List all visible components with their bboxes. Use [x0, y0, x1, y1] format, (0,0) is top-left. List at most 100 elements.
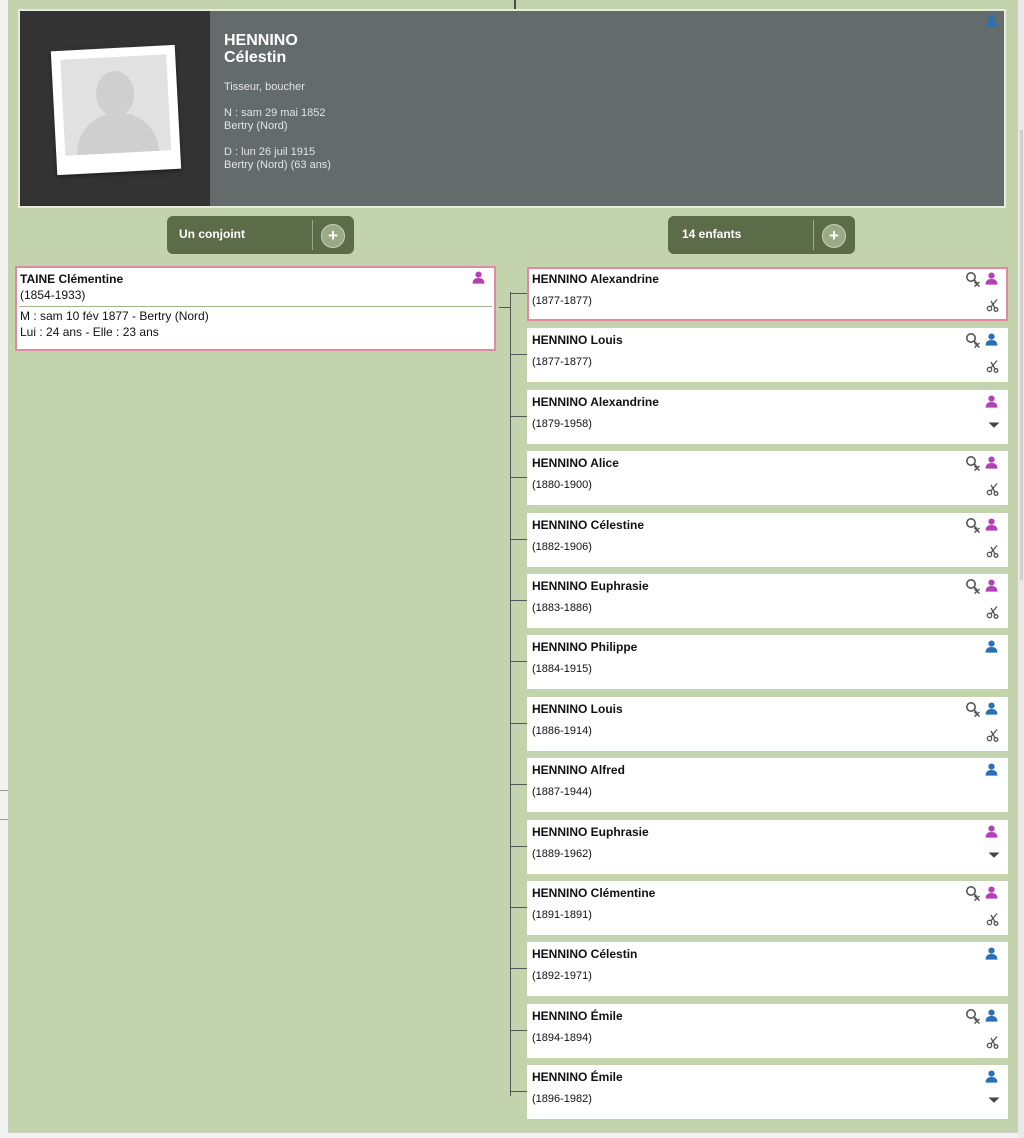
spouse-dates: (1854-1933)	[20, 288, 86, 302]
child-card[interactable]: HENNINO Alfred (1887-1944)	[510, 758, 1008, 812]
spouse-ages: Lui : 24 ans - Elle : 23 ans	[20, 325, 159, 339]
child-name: HENNINO Clémentine	[532, 886, 656, 900]
female-person-icon[interactable]	[472, 271, 485, 284]
child-card[interactable]: HENNINO Louis (1886-1914)	[510, 697, 1008, 751]
scissors-icon[interactable]	[986, 298, 1000, 312]
person-birth-place: Bertry (Nord)	[224, 120, 288, 132]
female-person-icon[interactable]	[985, 395, 998, 408]
female-person-icon[interactable]	[985, 272, 998, 285]
child-dates: (1886-1914)	[532, 725, 592, 737]
child-card[interactable]: HENNINO Louis (1877-1877)	[510, 328, 1008, 382]
scissors-icon[interactable]	[986, 1035, 1000, 1049]
child-connector-tick	[510, 907, 527, 908]
child-dates: (1882-1906)	[532, 541, 592, 553]
child-connector-tick	[510, 661, 527, 662]
scissors-icon[interactable]	[986, 728, 1000, 742]
person-card[interactable]: HENNINO Célestin Tisseur, boucher N : sa…	[18, 9, 1006, 208]
search-link-icon[interactable]	[965, 578, 981, 594]
child-card[interactable]: HENNINO Clémentine (1891-1891)	[510, 881, 1008, 935]
arrow-down-icon[interactable]	[988, 1096, 1000, 1104]
child-dates: (1892-1971)	[532, 970, 592, 982]
child-card[interactable]: HENNINO Alice (1880-1900)	[510, 451, 1008, 505]
child-dates: (1880-1900)	[532, 479, 592, 491]
female-person-icon[interactable]	[985, 518, 998, 531]
child-name: HENNINO Émile	[532, 1009, 623, 1023]
search-link-icon[interactable]	[965, 455, 981, 471]
child-connector-tick	[510, 600, 527, 601]
search-link-icon[interactable]	[965, 885, 981, 901]
child-card[interactable]: HENNINO Alexandrine (1877-1877)	[510, 267, 1008, 321]
child-dates: (1884-1915)	[532, 663, 592, 675]
child-name: HENNINO Philippe	[532, 640, 638, 654]
child-name: HENNINO Émile	[532, 1070, 623, 1084]
child-name: HENNINO Louis	[532, 702, 623, 716]
search-link-icon[interactable]	[965, 517, 981, 533]
male-person-icon[interactable]	[985, 947, 998, 960]
scissors-icon[interactable]	[986, 912, 1000, 926]
child-card[interactable]: HENNINO Célestine (1882-1906)	[510, 513, 1008, 567]
female-person-icon[interactable]	[985, 456, 998, 469]
scissors-icon[interactable]	[986, 359, 1000, 373]
arrow-down-icon[interactable]	[988, 421, 1000, 429]
male-person-icon[interactable]	[985, 763, 998, 776]
male-person-icon[interactable]	[985, 1070, 998, 1083]
female-person-icon[interactable]	[985, 825, 998, 838]
child-card[interactable]: HENNINO Émile (1896-1982)	[510, 1065, 1008, 1119]
child-connector-tick	[510, 784, 527, 785]
child-connector-tick	[510, 1091, 527, 1092]
male-person-icon[interactable]	[985, 333, 998, 346]
child-connector-tick	[510, 723, 527, 724]
arrow-down-icon[interactable]	[988, 851, 1000, 859]
page-bottom-edge	[8, 1132, 1018, 1138]
person-occupation: Tisseur, boucher	[224, 81, 305, 93]
spouse-card[interactable]: TAINE Clémentine (1854-1933) M : sam 10 …	[15, 266, 496, 351]
add-child-icon[interactable]: +	[822, 224, 846, 248]
search-link-icon[interactable]	[965, 1008, 981, 1024]
male-person-icon[interactable]	[985, 14, 998, 27]
female-person-icon[interactable]	[985, 579, 998, 592]
child-card[interactable]: HENNINO Euphrasie (1889-1962)	[510, 820, 1008, 874]
person-death-place: Bertry (Nord) (63 ans)	[224, 159, 331, 171]
child-connector-tick	[510, 477, 527, 478]
child-connector-tick	[510, 539, 527, 540]
person-death: D : lun 26 juil 1915	[224, 146, 316, 158]
child-name: HENNINO Alexandrine	[532, 272, 659, 286]
child-name: HENNINO Euphrasie	[532, 579, 649, 593]
child-connector-tick	[510, 968, 527, 969]
add-spouse-icon[interactable]: +	[321, 224, 345, 248]
child-connector-tick	[510, 846, 527, 847]
child-connector-tick	[510, 293, 527, 294]
spouses-button[interactable]: Un conjoint +	[167, 216, 354, 254]
child-connector-tick	[510, 416, 527, 417]
spouse-divider	[19, 306, 492, 307]
child-card[interactable]: HENNINO Philippe (1884-1915)	[510, 635, 1008, 689]
child-card[interactable]: HENNINO Euphrasie (1883-1886)	[510, 574, 1008, 628]
female-person-icon[interactable]	[985, 886, 998, 899]
child-dates: (1887-1944)	[532, 786, 592, 798]
male-person-icon[interactable]	[985, 640, 998, 653]
spouses-button-label: Un conjoint	[179, 227, 245, 241]
parent-connector-line	[514, 0, 516, 9]
child-card[interactable]: HENNINO Émile (1894-1894)	[510, 1004, 1008, 1058]
scrollbar[interactable]	[1018, 0, 1024, 1138]
scissors-icon[interactable]	[986, 605, 1000, 619]
child-dates: (1894-1894)	[532, 1032, 592, 1044]
male-person-icon[interactable]	[985, 702, 998, 715]
spouse-name: TAINE Clémentine	[20, 272, 124, 286]
person-firstname: Célestin	[224, 49, 287, 66]
child-connector-tick	[510, 1030, 527, 1031]
child-card[interactable]: HENNINO Célestin (1892-1971)	[510, 942, 1008, 996]
child-dates: (1891-1891)	[532, 909, 592, 921]
scrollbar-thumb[interactable]	[1020, 130, 1023, 580]
child-card[interactable]: HENNINO Alexandrine (1879-1958)	[510, 390, 1008, 444]
male-person-icon[interactable]	[985, 1009, 998, 1022]
child-name: HENNINO Célestin	[532, 947, 638, 961]
left-page-edge	[0, 0, 8, 1138]
scissors-icon[interactable]	[986, 482, 1000, 496]
search-link-icon[interactable]	[965, 271, 981, 287]
scissors-icon[interactable]	[986, 544, 1000, 558]
search-link-icon[interactable]	[965, 701, 981, 717]
photo-placeholder[interactable]	[50, 44, 182, 176]
children-button[interactable]: 14 enfants +	[668, 216, 855, 254]
search-link-icon[interactable]	[965, 332, 981, 348]
